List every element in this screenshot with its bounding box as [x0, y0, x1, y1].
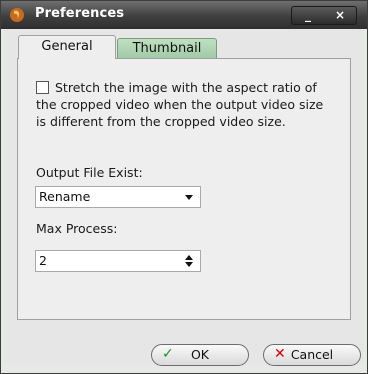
close-button[interactable]: ×	[324, 7, 356, 24]
chevron-down-icon[interactable]	[185, 195, 193, 200]
tab-thumbnail[interactable]: Thumbnail	[117, 38, 217, 59]
max-process-label: Max Process:	[36, 221, 118, 236]
spin-down-icon[interactable]	[185, 262, 193, 267]
ok-button[interactable]: ✓ OK	[151, 344, 249, 366]
output-file-exist-dropdown[interactable]: Rename	[35, 186, 201, 208]
cancel-button[interactable]: ✕ Cancel	[263, 344, 361, 366]
window-controls: _ ×	[291, 6, 357, 25]
app-logo-icon	[10, 8, 24, 22]
ok-button-label: OK	[190, 347, 210, 362]
title-bar[interactable]: Preferences _ ×	[1, 1, 367, 29]
cancel-button-label: Cancel	[290, 347, 334, 362]
minimize-button[interactable]: _	[292, 7, 324, 24]
preferences-window: Preferences _ × General Thumbnail Stretc…	[0, 0, 368, 374]
output-file-exist-value: Rename	[39, 189, 91, 204]
window-title: Preferences	[35, 6, 125, 21]
output-file-exist-label: Output File Exist:	[36, 165, 143, 180]
max-process-stepper[interactable]: 2	[35, 250, 201, 272]
stretch-aspect-label: Stretch the image with the aspect ratio …	[36, 80, 324, 129]
spin-up-icon[interactable]	[185, 255, 193, 260]
tab-general[interactable]: General	[18, 35, 116, 59]
max-process-value: 2	[39, 253, 47, 268]
